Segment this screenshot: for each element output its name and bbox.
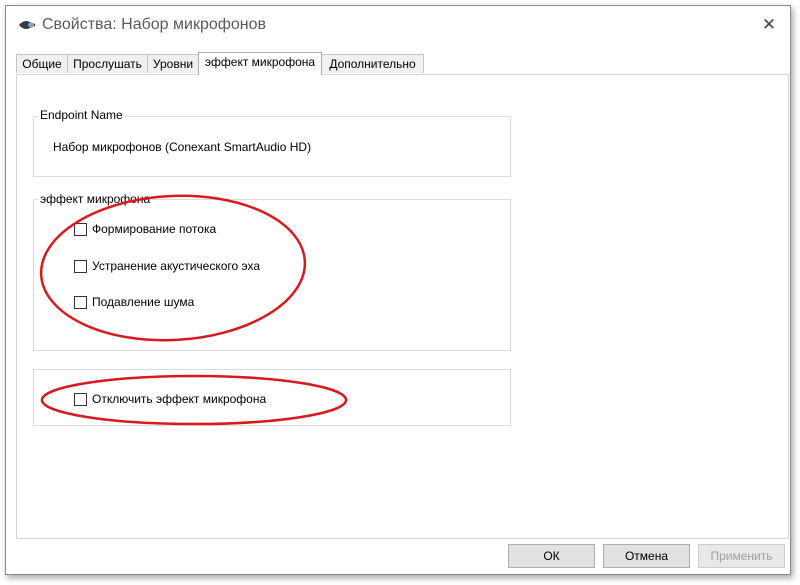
cancel-button[interactable]: Отмена bbox=[603, 544, 690, 568]
disable-effects-checkbox[interactable] bbox=[74, 392, 87, 406]
noise-suppression-checkbox[interactable] bbox=[74, 295, 87, 309]
apply-button[interactable]: Применить bbox=[698, 544, 785, 568]
beamforming-checkbox[interactable] bbox=[74, 222, 87, 236]
endpoint-group-label: Endpoint Name bbox=[38, 108, 125, 122]
beamforming-option[interactable]: Формирование потока bbox=[74, 221, 216, 237]
noise-suppression-label: Подавление шума bbox=[92, 295, 195, 309]
endpoint-device-name: Набор микрофонов (Conexant SmartAudio HD… bbox=[53, 140, 312, 154]
disable-effects-label: Отключить эффект микрофона bbox=[92, 392, 267, 406]
properties-dialog: Свойства: Набор микрофонов ✕ Общие Просл… bbox=[5, 5, 791, 575]
disable-effects-option[interactable]: Отключить эффект микрофона bbox=[74, 391, 266, 407]
echo-cancellation-label: Устранение акустического эха bbox=[92, 259, 261, 273]
tab-levels[interactable]: Уровни bbox=[147, 54, 199, 73]
tab-panel: Endpoint Name Набор микрофонов (Conexant… bbox=[16, 74, 789, 539]
tab-advanced[interactable]: Дополнительно bbox=[321, 54, 424, 73]
ok-button[interactable]: ОК bbox=[508, 544, 595, 568]
close-icon: ✕ bbox=[761, 15, 777, 34]
window-title: Свойства: Набор микрофонов bbox=[42, 16, 267, 33]
beamforming-label: Формирование потока bbox=[92, 222, 217, 236]
echo-cancellation-checkbox[interactable] bbox=[74, 259, 87, 273]
title-bar[interactable]: Свойства: Набор микрофонов ✕ bbox=[6, 6, 790, 46]
noise-suppression-option[interactable]: Подавление шума bbox=[74, 294, 194, 310]
close-button[interactable]: ✕ bbox=[754, 12, 784, 38]
tab-microphone-effect[interactable]: эффект микрофона bbox=[198, 52, 322, 75]
echo-cancellation-option[interactable]: Устранение акустического эха bbox=[74, 258, 260, 274]
effects-group-label: эффект микрофона bbox=[38, 192, 153, 206]
tab-general[interactable]: Общие bbox=[16, 54, 68, 73]
tab-listen[interactable]: Прослушать bbox=[67, 54, 148, 73]
microphone-icon bbox=[18, 18, 36, 32]
